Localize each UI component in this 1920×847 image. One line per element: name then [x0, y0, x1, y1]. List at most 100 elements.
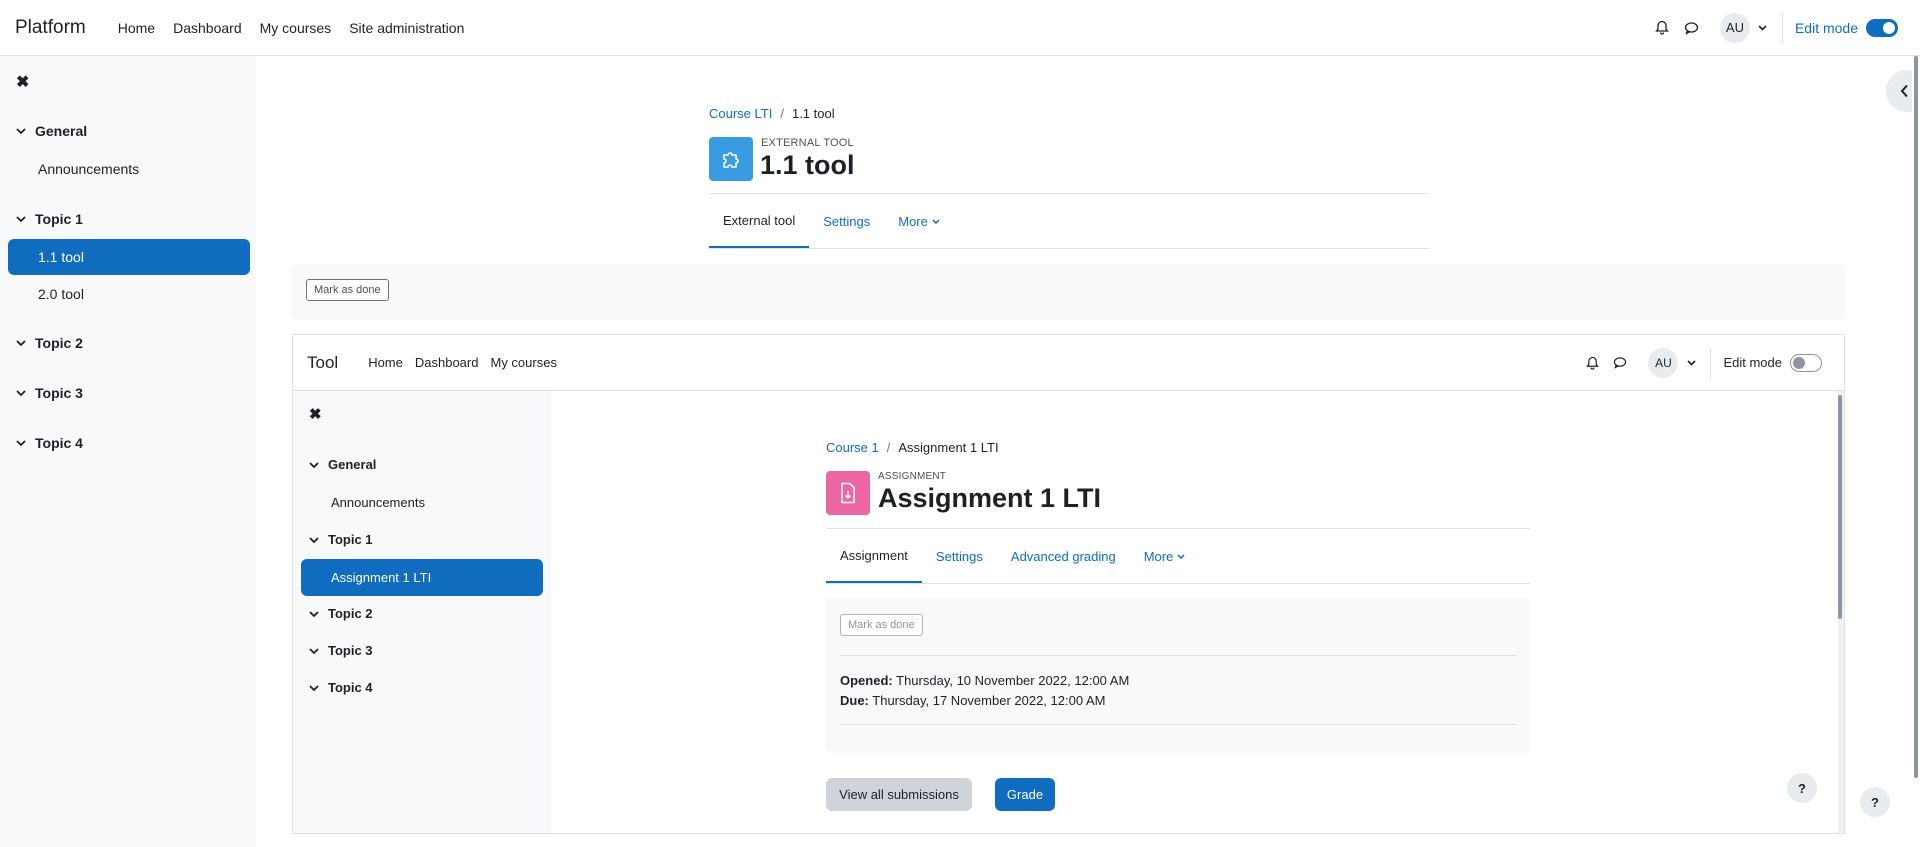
due-value: Thursday, 17 November 2022, 12:00 AM: [872, 693, 1106, 708]
primary-navigation: Home Dashboard My courses Site administr…: [118, 20, 465, 36]
page-scrollbar[interactable]: [1912, 56, 1920, 847]
scrollbar-thumb[interactable]: [1838, 395, 1842, 619]
chevron-down-icon[interactable]: [308, 608, 320, 620]
frame-scrollbar[interactable]: [1838, 391, 1844, 833]
embedded-tool-frame[interactable]: Tool Home Dashboard My courses AU Edit m…: [292, 334, 1845, 834]
divider: [840, 655, 1516, 656]
site-brand[interactable]: Platform: [15, 17, 86, 39]
index-item-announcements[interactable]: Announcements: [38, 161, 139, 177]
close-icon[interactable]: ✖: [309, 405, 322, 423]
nav-home[interactable]: Home: [118, 20, 155, 36]
tool-section-topic-3[interactable]: Topic 3: [308, 643, 373, 658]
tool-section-general[interactable]: General: [308, 457, 376, 472]
tool-nav-my-courses[interactable]: My courses: [490, 355, 556, 370]
message-icon[interactable]: [1606, 349, 1634, 377]
tool-help-button[interactable]: ?: [1787, 773, 1817, 803]
puzzle-icon: [709, 137, 753, 181]
assignment-file-icon: [826, 471, 870, 515]
section-title: Topic 3: [35, 385, 83, 401]
tool-navbar: Tool Home Dashboard My courses AU Edit m…: [293, 335, 1844, 391]
tool-page-title: Assignment 1 LTI: [878, 483, 1102, 513]
chevron-down-icon[interactable]: [308, 534, 320, 546]
edit-mode-toggle[interactable]: Edit mode: [1795, 18, 1898, 37]
tool-nav-dashboard[interactable]: Dashboard: [415, 355, 479, 370]
tool-secondary-navigation: Assignment Settings Advanced grading Mor…: [826, 528, 1530, 584]
chevron-down-icon[interactable]: [308, 459, 320, 471]
chevron-down-icon[interactable]: [308, 645, 320, 657]
view-all-submissions-button[interactable]: View all submissions: [826, 778, 972, 811]
tool-primary-navigation: Home Dashboard My courses: [368, 355, 557, 370]
tool-breadcrumb: Course 1 / Assignment 1 LTI: [826, 440, 999, 455]
tool-brand[interactable]: Tool: [307, 353, 338, 373]
divider: [840, 724, 1516, 725]
tab-external-tool[interactable]: External tool: [709, 194, 810, 248]
nav-site-administration[interactable]: Site administration: [349, 20, 464, 36]
tool-edit-mode-toggle[interactable]: Edit mode: [1723, 353, 1822, 372]
breadcrumb-course-1[interactable]: Course 1: [826, 440, 879, 455]
section-topic-1[interactable]: Topic 1: [15, 211, 83, 227]
tab-settings[interactable]: Settings: [922, 529, 997, 583]
tool-edit-mode-switch[interactable]: [1790, 353, 1822, 372]
nav-my-courses[interactable]: My courses: [260, 20, 332, 36]
assignment-dates-card: Mark as done Opened: Thursday, 10 Novemb…: [826, 598, 1530, 753]
tool-mark-as-done-button[interactable]: Mark as done: [840, 614, 923, 636]
tool-nav-home[interactable]: Home: [368, 355, 403, 370]
activity-type-label: ASSIGNMENT: [878, 471, 947, 482]
index-item-2-0-tool[interactable]: 2.0 tool: [38, 286, 84, 302]
help-button[interactable]: ?: [1860, 787, 1890, 817]
breadcrumb-separator: /: [780, 106, 784, 121]
section-title: Topic 4: [328, 680, 373, 695]
chevron-down-icon[interactable]: [15, 213, 27, 225]
index-item-1-1-tool[interactable]: 1.1 tool: [8, 239, 250, 275]
nav-dashboard[interactable]: Dashboard: [173, 20, 242, 36]
section-title: Topic 2: [328, 606, 373, 621]
bell-icon[interactable]: [1648, 14, 1676, 42]
tool-section-topic-2[interactable]: Topic 2: [308, 606, 373, 621]
tab-advanced-grading[interactable]: Advanced grading: [997, 529, 1130, 583]
tool-index-item-announcements[interactable]: Announcements: [331, 495, 425, 510]
chevron-down-icon[interactable]: [15, 125, 27, 137]
breadcrumb-separator: /: [886, 440, 891, 455]
chevron-down-icon[interactable]: [1756, 24, 1770, 31]
section-general[interactable]: General: [15, 123, 87, 139]
close-icon[interactable]: ✖: [16, 72, 29, 92]
top-navbar: Platform Home Dashboard My courses Site …: [0, 0, 1920, 56]
scrollbar-thumb[interactable]: [1914, 56, 1918, 778]
chevron-down-icon: [1177, 553, 1185, 559]
section-title: Topic 2: [35, 335, 83, 351]
section-title: General: [328, 457, 377, 472]
tool-index-item-assignment-1-lti[interactable]: Assignment 1 LTI: [301, 559, 543, 596]
due-label: Due:: [840, 693, 869, 708]
bell-icon[interactable]: [1578, 349, 1606, 377]
message-icon[interactable]: [1678, 14, 1706, 42]
tab-more[interactable]: More: [1130, 529, 1200, 583]
section-topic-2[interactable]: Topic 2: [15, 335, 83, 351]
chevron-down-icon[interactable]: [15, 387, 27, 399]
breadcrumb-current: 1.1 tool: [791, 106, 835, 121]
tool-edit-mode-label: Edit mode: [1723, 355, 1782, 370]
tab-more-label: More: [1143, 548, 1174, 564]
tab-assignment[interactable]: Assignment: [826, 529, 922, 583]
chevron-down-icon[interactable]: [1684, 359, 1698, 366]
tool-section-topic-1[interactable]: Topic 1: [308, 532, 373, 547]
navbar-divider: [1781, 11, 1783, 44]
tab-more[interactable]: More: [884, 194, 954, 248]
tool-user-avatar[interactable]: AU: [1648, 347, 1679, 378]
page-title: 1.1 tool: [760, 150, 855, 180]
breadcrumb: Course LTI / 1.1 tool: [709, 106, 835, 121]
edit-mode-switch[interactable]: [1866, 18, 1898, 37]
breadcrumb-course-lti[interactable]: Course LTI: [709, 106, 772, 121]
mark-as-done-button[interactable]: Mark as done: [306, 279, 389, 301]
chevron-down-icon[interactable]: [15, 437, 27, 449]
user-avatar[interactable]: AU: [1719, 12, 1750, 43]
chevron-down-icon[interactable]: [15, 337, 27, 349]
course-index-drawer: ✖ General Announcements Topic 1 1.1 tool…: [0, 56, 256, 847]
grade-button[interactable]: Grade: [995, 778, 1055, 811]
tool-section-topic-4[interactable]: Topic 4: [308, 680, 373, 695]
section-title: Topic 1: [35, 211, 83, 227]
navbar-divider: [1710, 346, 1712, 379]
tab-settings[interactable]: Settings: [809, 194, 884, 248]
section-topic-4[interactable]: Topic 4: [15, 435, 83, 451]
section-topic-3[interactable]: Topic 3: [15, 385, 83, 401]
chevron-down-icon[interactable]: [308, 682, 320, 694]
